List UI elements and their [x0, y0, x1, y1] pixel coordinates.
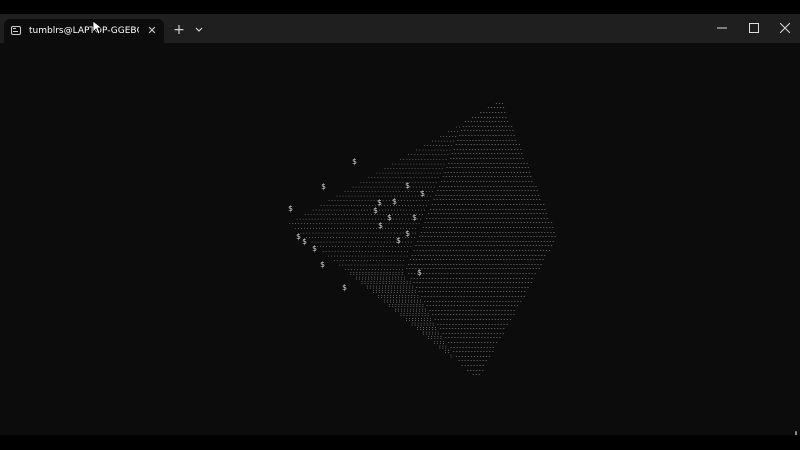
maximize-icon[interactable] — [738, 14, 770, 43]
ascii-row: $ — [302, 237, 307, 246]
ascii-cube-art: ----------------------------------------… — [288, 101, 557, 378]
ascii-row: $ — [387, 213, 392, 222]
ascii-row: $ — [342, 283, 347, 292]
ascii-row: $ — [321, 182, 326, 191]
scrollbar[interactable] — [795, 431, 797, 435]
mouse-cursor-icon — [92, 20, 104, 36]
ascii-row: $ — [420, 189, 425, 198]
terminal-icon — [11, 26, 21, 35]
ascii-row: --- — [472, 372, 481, 378]
ascii-row: $ — [320, 260, 325, 269]
tab-active[interactable]: tumblrs@LAPTOP-GGEBQS9O ✕ — [4, 19, 164, 43]
ascii-row: $ — [352, 157, 357, 166]
ascii-row: : — [450, 354, 453, 360]
ascii-row: $ — [296, 232, 301, 241]
minimize-icon[interactable] — [706, 14, 738, 43]
terminal-output[interactable]: --- ------ --------- ------------ ----------… — [0, 43, 800, 435]
ascii-row: $ — [392, 197, 397, 206]
close-icon[interactable]: ✕ — [145, 24, 159, 38]
terminal-window: tumblrs@LAPTOP-GGEBQS9O ✕ + ------------… — [0, 14, 800, 435]
tab-title: tumblrs@LAPTOP-GGEBQS9O — [29, 26, 139, 36]
ascii-row: $ — [288, 204, 293, 213]
title-bar: tumblrs@LAPTOP-GGEBQS9O ✕ + — [0, 14, 800, 43]
ascii-row: $ — [405, 229, 410, 238]
close-window-icon[interactable] — [769, 14, 800, 43]
ascii-row: $ — [373, 206, 378, 215]
ascii-row: $ — [412, 213, 417, 222]
ascii-row: $ — [417, 268, 422, 277]
ascii-row: $ — [396, 236, 401, 245]
ascii-row: $ — [378, 221, 383, 230]
ascii-row: $ — [405, 181, 410, 190]
plus-icon[interactable]: + — [171, 22, 187, 38]
ascii-row: $ — [312, 244, 317, 253]
chevron-down-icon[interactable] — [192, 22, 206, 38]
